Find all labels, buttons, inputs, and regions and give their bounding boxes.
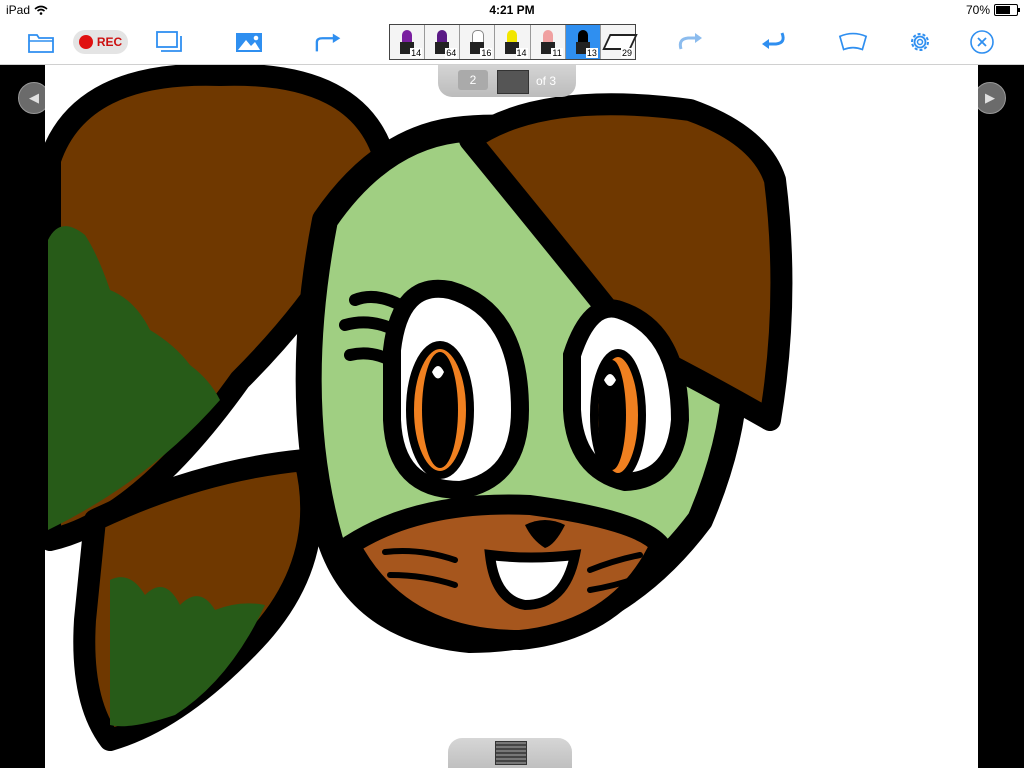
battery-icon xyxy=(994,4,1020,16)
eraser-slot[interactable]: 29 xyxy=(601,25,638,59)
image-icon xyxy=(236,33,262,52)
pen-size: 16 xyxy=(480,48,493,58)
pen-size: 14 xyxy=(515,48,528,58)
pen-slot[interactable]: 14 xyxy=(390,25,426,59)
folder-button[interactable] xyxy=(26,28,56,56)
bottom-drawer-handle[interactable] xyxy=(448,738,572,768)
pen-slot[interactable]: 64 xyxy=(425,25,461,59)
pen-slot[interactable]: 16 xyxy=(460,25,496,59)
total-pages: of 3 xyxy=(536,74,557,88)
next-page-button[interactable]: ▶ xyxy=(974,82,1006,114)
next-icon: ▶ xyxy=(985,90,995,105)
battery-fill xyxy=(996,6,1010,14)
pen-slot[interactable]: 11 xyxy=(531,25,566,59)
page-indicator[interactable]: 2 of 3 xyxy=(438,65,576,97)
battery-percent: 70% xyxy=(965,3,990,17)
drawing-canvas[interactable] xyxy=(45,65,978,768)
current-page-number: 2 xyxy=(458,70,488,90)
close-button[interactable] xyxy=(967,28,997,56)
pen-tray: 14 64 16 14 11 13 29 xyxy=(389,24,638,60)
undo-icon xyxy=(762,32,785,49)
pen-slot[interactable]: 14 xyxy=(495,25,531,59)
pen-size: 64 xyxy=(445,48,458,58)
status-right: 70% xyxy=(965,3,1020,17)
record-button[interactable]: REC xyxy=(73,30,128,54)
folder-icon xyxy=(28,34,54,53)
record-label: REC xyxy=(96,35,123,49)
pen-slot-selected[interactable]: 13 xyxy=(565,25,601,59)
page-grip-icon[interactable] xyxy=(497,70,529,94)
undo-button[interactable] xyxy=(758,28,788,56)
redo-icon xyxy=(678,33,702,50)
ruler-icon xyxy=(838,32,868,51)
layers-button[interactable] xyxy=(154,28,184,56)
share-button[interactable] xyxy=(315,28,345,56)
pen-size: 11 xyxy=(551,48,563,58)
record-dot-icon xyxy=(78,35,93,49)
clock: 4:21 PM xyxy=(489,3,535,17)
character-drawing xyxy=(45,65,793,751)
redo-button[interactable] xyxy=(676,28,706,56)
previous-icon: ◀​ xyxy=(29,90,39,105)
share-icon xyxy=(315,33,341,52)
eraser-size: 29 xyxy=(620,48,633,58)
drawer-grip-icon[interactable] xyxy=(495,741,527,765)
ruler-button[interactable] xyxy=(838,28,868,56)
layers-icon xyxy=(156,31,182,52)
pen-size: 13 xyxy=(585,48,598,58)
settings-button[interactable] xyxy=(905,28,935,56)
toolbar: REC 14 64 16 14 11 13 29 xyxy=(0,20,1024,65)
gear-icon xyxy=(911,33,929,51)
pen-size: 14 xyxy=(410,48,423,58)
image-button[interactable] xyxy=(234,28,264,56)
status-bar: iPad 4:21 PM 70% xyxy=(0,0,1024,20)
close-icon xyxy=(970,30,994,54)
